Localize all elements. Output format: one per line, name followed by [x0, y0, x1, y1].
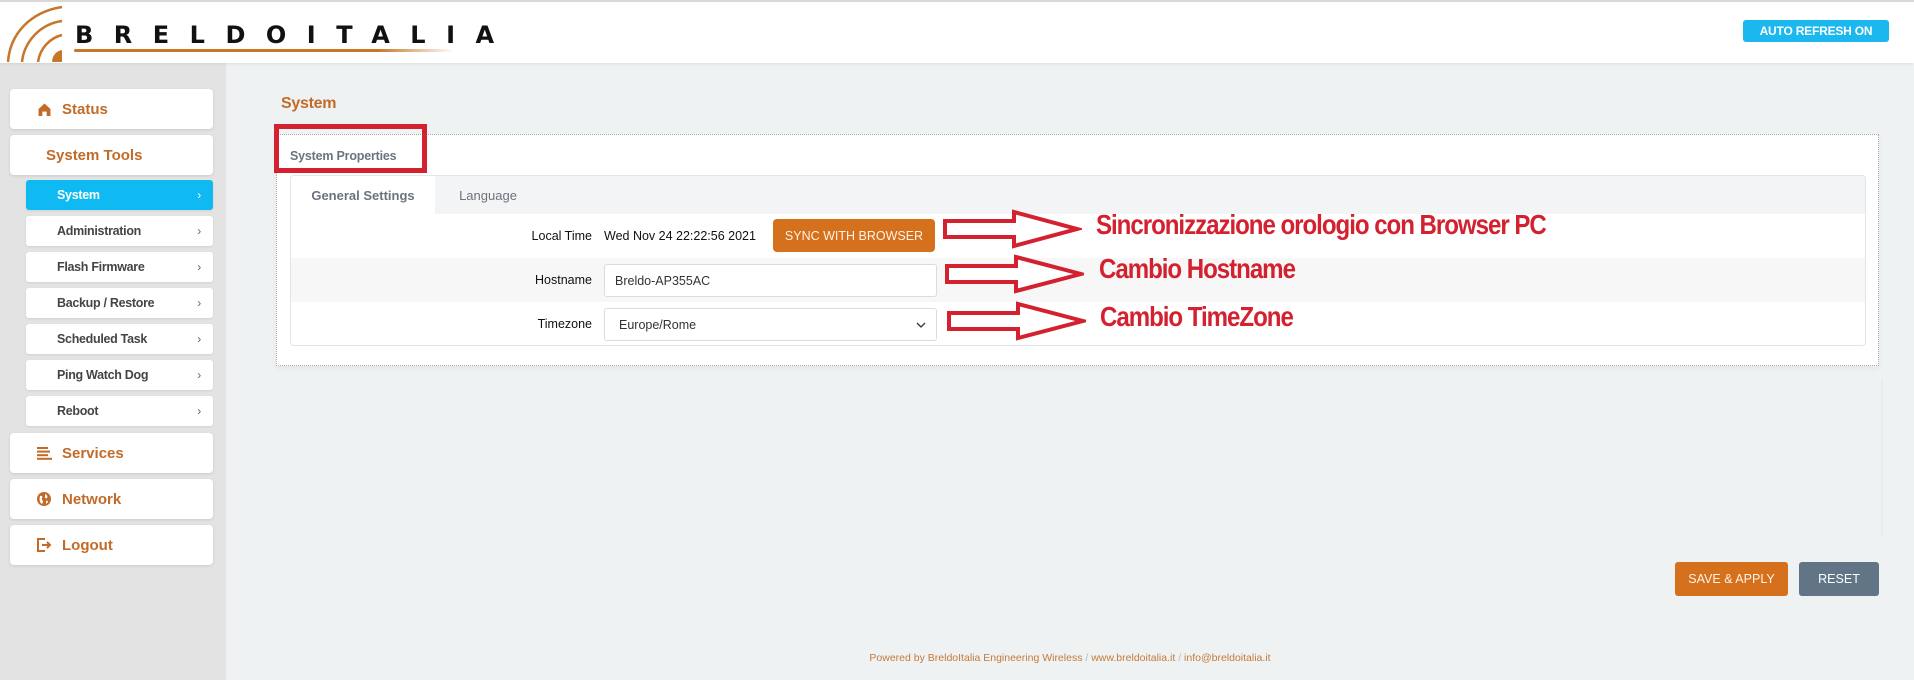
sidebar-subitem-backup-restore[interactable]: Backup / Restore › — [26, 288, 213, 318]
sidebar-item-label: System Tools — [46, 146, 143, 164]
local-time-label: Local Time — [531, 229, 592, 243]
sync-with-browser-button[interactable]: SYNC WITH BROWSER — [773, 219, 935, 252]
sidebar-item-label: Network — [62, 490, 122, 508]
footer-powered-by: Powered by BreldoItalia Engineering Wire… — [869, 652, 1083, 664]
list-icon — [36, 445, 52, 461]
sidebar-item-system-tools[interactable]: System Tools — [10, 135, 213, 175]
subitem-label: Flash Firmware — [57, 260, 145, 274]
sidebar-item-services[interactable]: Services — [10, 433, 213, 473]
subitem-label: System — [57, 188, 100, 202]
sidebar-item-network[interactable]: Network — [10, 479, 213, 519]
timezone-label: Timezone — [537, 317, 592, 331]
auto-refresh-toggle[interactable]: AUTO REFRESH ON — [1743, 20, 1889, 42]
page-title: System — [281, 95, 337, 112]
subitem-label: Backup / Restore — [57, 296, 155, 310]
brand-logo[interactable]: BRELDOITALIA — [2, 4, 494, 64]
footer-email-link[interactable]: info@breldoitalia.it — [1184, 652, 1271, 664]
reset-button[interactable]: RESET — [1799, 562, 1879, 596]
annotation-arrow-icon — [943, 209, 1082, 249]
local-time-value: Wed Nov 24 22:22:56 2021 — [604, 229, 756, 243]
subitem-label: Ping Watch Dog — [57, 368, 149, 382]
annotation-hostname: Cambio Hostname — [1099, 253, 1296, 284]
footer-separator: / — [1178, 652, 1182, 664]
sidebar-subitem-system[interactable]: System › — [26, 180, 213, 210]
sidebar-subitem-administration[interactable]: Administration › — [26, 216, 213, 246]
subitem-label: Administration — [57, 224, 141, 238]
subitem-label: Reboot — [57, 404, 99, 418]
empty-content-area — [276, 380, 1883, 535]
chevron-right-icon: › — [197, 332, 201, 346]
footer-separator: / — [1085, 652, 1089, 664]
sidebar-subitem-ping-watch-dog[interactable]: Ping Watch Dog › — [26, 360, 213, 390]
save-apply-button[interactable]: SAVE & APPLY — [1675, 562, 1788, 596]
chevron-right-icon: › — [197, 260, 201, 274]
sidebar-item-logout[interactable]: Logout — [10, 525, 213, 565]
top-header: BRELDOITALIA AUTO REFRESH ON — [0, 0, 1914, 63]
subitem-label: Scheduled Task — [57, 332, 148, 346]
annotation-arrow-icon — [947, 301, 1086, 341]
globe-icon — [36, 491, 52, 507]
chevron-right-icon: › — [197, 404, 201, 418]
timezone-select[interactable]: Europe/Rome — [604, 308, 937, 341]
chevron-right-icon: › — [197, 296, 201, 310]
chevron-right-icon: › — [197, 224, 201, 238]
sidebar-subitem-reboot[interactable]: Reboot › — [26, 396, 213, 426]
logout-icon — [36, 537, 52, 553]
sidebar-item-status[interactable]: Status — [10, 89, 213, 129]
sidebar-item-label: Services — [62, 444, 124, 462]
tab-language[interactable]: Language — [435, 176, 541, 214]
timezone-selected-value: Europe/Rome — [619, 317, 697, 332]
chevron-right-icon: › — [197, 368, 201, 382]
hostname-label: Hostname — [535, 273, 592, 287]
sidebar-subitem-scheduled-task[interactable]: Scheduled Task › — [26, 324, 213, 354]
brand-name: BRELDOITALIA — [75, 21, 515, 49]
annotation-arrow-icon — [945, 254, 1084, 294]
chevron-right-icon: › — [197, 188, 201, 202]
sidebar-item-label: Status — [62, 100, 108, 118]
home-icon — [36, 101, 52, 117]
sidebar: Status System Tools System › Administrat… — [0, 63, 226, 680]
panel-title: System Properties — [290, 149, 397, 163]
footer: Powered by BreldoItalia Engineering Wire… — [0, 652, 1914, 664]
chevron-down-icon — [916, 322, 926, 328]
hostname-input[interactable] — [604, 264, 937, 297]
footer-website-link[interactable]: www.breldoitalia.it — [1091, 652, 1175, 664]
sidebar-subitem-flash-firmware[interactable]: Flash Firmware › — [26, 252, 213, 282]
sidebar-item-label: Logout — [62, 536, 113, 554]
wifi-waves-icon — [6, 5, 63, 63]
annotation-sync-clock: Sincronizzazione orologio con Browser PC — [1096, 209, 1547, 240]
tab-general-settings[interactable]: General Settings — [291, 176, 435, 214]
annotation-timezone: Cambio TimeZone — [1100, 301, 1294, 332]
brand-underline — [74, 49, 454, 52]
